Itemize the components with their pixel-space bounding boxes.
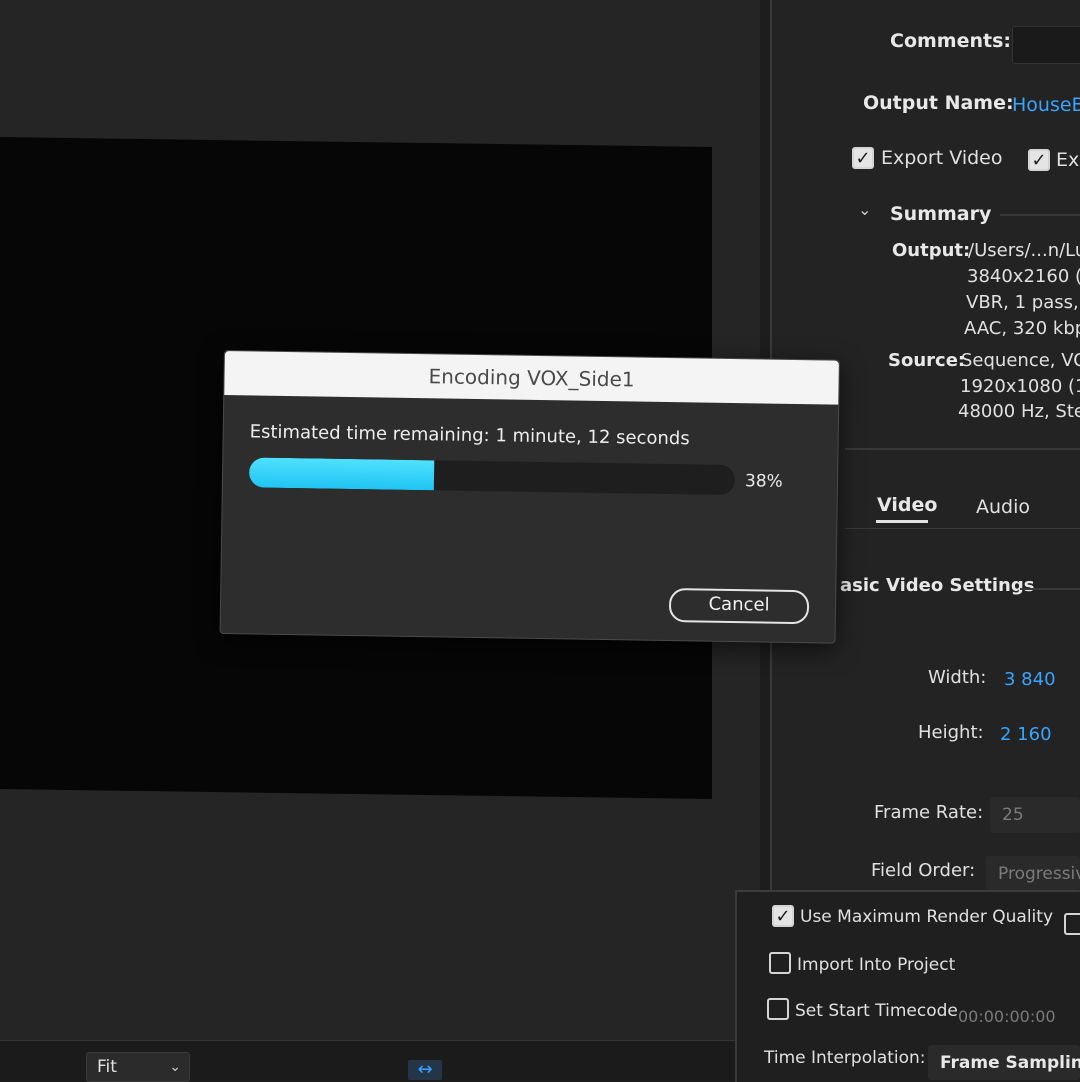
fit-width-arrows-icon[interactable]: ↔	[408, 1060, 442, 1080]
dialog-titlebar[interactable]: Encoding VOX_Side1	[224, 351, 839, 405]
time-interpolation-value: Frame Sampling	[940, 1053, 1080, 1073]
time-interpolation-label: Time Interpolation:	[764, 1048, 926, 1068]
chevron-down-icon: ⌄	[169, 1059, 181, 1075]
width-value[interactable]: 3 840	[1004, 669, 1056, 690]
source-summary-line-1: Sequence, VO	[961, 350, 1080, 371]
export-audio-checkbox[interactable]: ✓	[1028, 149, 1050, 171]
field-order-value: Progressiv	[998, 864, 1080, 884]
encoding-progress-fill	[248, 457, 434, 491]
output-summary-line-3: VBR, 1 pass,	[966, 292, 1079, 313]
encoding-progress-bar	[248, 457, 736, 496]
output-summary-label: Output:	[892, 240, 971, 261]
export-video-label: Export Video	[881, 147, 1003, 169]
source-summary-line-2: 1920x1080 (1	[960, 376, 1080, 397]
tab-audio[interactable]: Audio	[976, 496, 1030, 518]
zoom-fit-select[interactable]: Fit ⌄	[86, 1052, 190, 1082]
fit-select-value: Fit	[97, 1057, 117, 1077]
set-start-timecode-label: Set Start Timecode	[795, 1001, 958, 1021]
set-start-timecode-checkbox[interactable]	[767, 998, 789, 1020]
output-name-link[interactable]: HouseB	[1012, 94, 1080, 116]
max-bit-depth-checkbox[interactable]	[1064, 913, 1080, 935]
field-order-label: Field Order:	[871, 860, 976, 881]
output-name-label: Output Name:	[863, 92, 1014, 114]
tabs-divider	[845, 528, 1080, 529]
output-summary-line-2: 3840x2160 (	[967, 266, 1080, 287]
source-summary-label: Source:	[888, 350, 966, 371]
summary-collapse-chevron-icon[interactable]: ⌄	[858, 200, 871, 219]
encoding-progress-dialog: Encoding VOX_Side1 Estimated time remain…	[219, 350, 840, 644]
summary-bottom-divider	[845, 448, 1080, 450]
comments-input[interactable]	[1012, 26, 1080, 64]
export-audio-label: Ex	[1056, 149, 1080, 171]
start-timecode-value[interactable]: 00:00:00:00	[958, 1007, 1056, 1026]
width-label: Width:	[928, 667, 987, 688]
cancel-button[interactable]: Cancel	[668, 588, 810, 625]
summary-heading: Summary	[890, 203, 992, 225]
section-divider	[1020, 588, 1080, 590]
max-render-quality-checkbox[interactable]: ✓	[772, 905, 794, 927]
tab-video-underline	[876, 520, 928, 523]
frame-rate-value: 25	[1002, 805, 1024, 825]
estimated-time-remaining: Estimated time remaining: 1 minute, 12 s…	[249, 421, 690, 450]
progress-percent-label: 38%	[744, 471, 783, 492]
max-render-quality-label: Use Maximum Render Quality	[800, 907, 1053, 927]
height-label: Height:	[918, 722, 984, 743]
import-into-project-label: Import Into Project	[797, 955, 956, 975]
basic-video-settings-heading: asic Video Settings	[840, 575, 1035, 596]
source-summary-line-3: 48000 Hz, Ste	[958, 401, 1080, 422]
height-value[interactable]: 2 160	[1000, 724, 1052, 745]
tab-video[interactable]: Video	[877, 494, 937, 516]
field-order-select[interactable]: Progressiv	[986, 856, 1080, 890]
output-summary-line-4: AAC, 320 kbp	[964, 318, 1080, 339]
output-summary-line-1: /Users/...n/Lu	[968, 240, 1080, 261]
summary-divider	[1000, 214, 1080, 216]
dialog-title: Encoding VOX_Side1	[428, 364, 635, 392]
frame-rate-label: Frame Rate:	[874, 802, 984, 823]
export-video-checkbox[interactable]: ✓	[852, 147, 874, 169]
frame-rate-select[interactable]: 25	[990, 797, 1080, 833]
import-into-project-checkbox[interactable]	[769, 952, 791, 974]
time-interpolation-select[interactable]: Frame Sampling	[928, 1045, 1080, 1080]
comments-label: Comments:	[890, 30, 1011, 52]
